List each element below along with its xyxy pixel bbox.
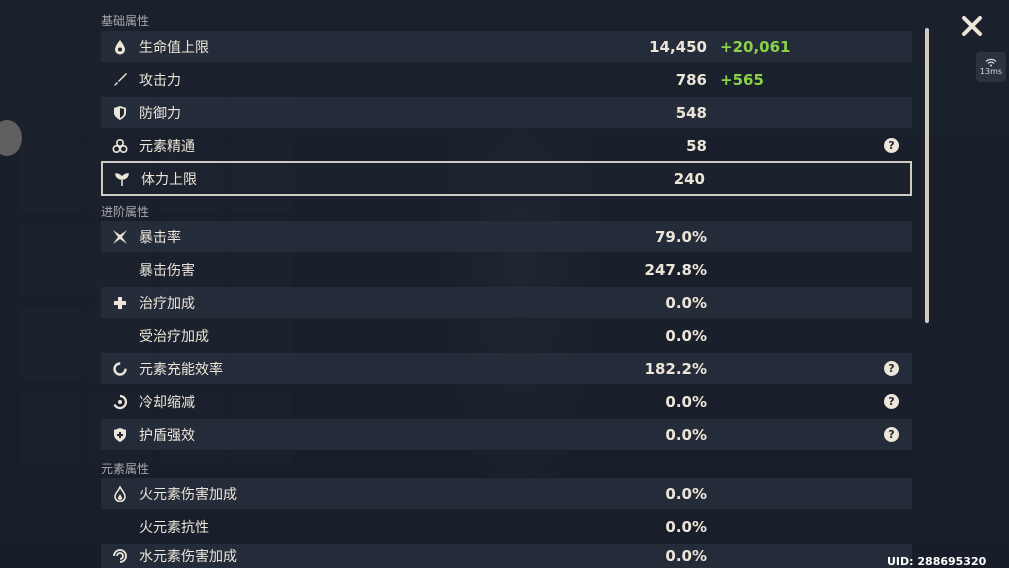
help-icon[interactable]: ? — [884, 361, 899, 376]
stat-label: 冷却缩减 — [139, 394, 195, 411]
stat-value: 0.0% — [665, 392, 707, 411]
stat-row-shield-strength: 护盾强效 0.0% ? — [101, 419, 912, 450]
stat-value: 0.0% — [665, 517, 707, 536]
help-icon[interactable]: ? — [884, 427, 899, 442]
stat-value: 0.0% — [665, 547, 707, 565]
scrollbar[interactable] — [925, 28, 929, 323]
stat-row-healing: 治疗加成 0.0% — [101, 287, 912, 318]
stat-label: 暴击伤害 — [139, 262, 195, 279]
stat-label: 受治疗加成 — [139, 328, 209, 345]
stat-value: 0.0% — [665, 326, 707, 345]
sword-icon — [101, 72, 139, 88]
shield-icon — [101, 105, 139, 121]
energy-recharge-icon — [101, 361, 139, 377]
stat-row-incoming-healing: 受治疗加成 0.0% — [101, 320, 912, 351]
uid-label: UID: 288695320 — [887, 555, 987, 568]
stat-bonus: +565 — [720, 70, 764, 89]
section-title-advanced: 进阶属性 — [101, 205, 150, 219]
stat-value: 0.0% — [665, 293, 707, 312]
stat-label: 防御力 — [139, 105, 181, 122]
stat-row-crit-rate: 暴击率 79.0% — [101, 221, 912, 252]
wifi-icon — [985, 58, 997, 67]
stat-row-crit-dmg: 暴击伤害 247.8% — [101, 254, 912, 285]
stat-label: 体力上限 — [141, 171, 197, 188]
pyro-icon — [101, 485, 139, 502]
hydro-icon — [101, 548, 139, 564]
stat-value: 14,450 — [649, 37, 707, 56]
stat-value: 240 — [673, 169, 705, 188]
stamina-icon — [103, 171, 141, 187]
stat-label: 护盾强效 — [139, 427, 195, 444]
close-button[interactable] — [958, 12, 986, 40]
help-icon[interactable]: ? — [884, 394, 899, 409]
stat-label: 治疗加成 — [139, 295, 195, 312]
close-icon — [962, 16, 982, 36]
cooldown-icon — [101, 394, 139, 410]
stat-value: 786 — [675, 70, 707, 89]
stat-value: 247.8% — [644, 260, 707, 279]
stat-label: 火元素伤害加成 — [139, 486, 237, 503]
section-title-basic: 基础属性 — [101, 14, 150, 28]
ping-value: 13ms — [979, 67, 1003, 76]
stat-label: 火元素抗性 — [139, 519, 209, 536]
stat-label: 生命值上限 — [139, 39, 209, 56]
stat-value: 182.2% — [644, 359, 707, 378]
network-ping-indicator: 13ms — [976, 52, 1006, 82]
stat-row-cooldown: 冷却缩减 0.0% ? — [101, 386, 912, 417]
stat-row-stamina[interactable]: 体力上限 240 — [101, 161, 912, 196]
stat-row-atk: 攻击力 786 +565 — [101, 64, 912, 95]
stat-row-pyro-dmg: 火元素伤害加成 0.0% — [101, 478, 912, 509]
stat-bonus: +20,061 — [720, 37, 791, 56]
shield-strength-icon — [101, 427, 139, 443]
stat-label: 水元素伤害加成 — [139, 549, 237, 565]
stat-label: 元素充能效率 — [139, 361, 223, 378]
stat-row-pyro-res: 火元素抗性 0.0% — [101, 511, 912, 542]
stat-value: 0.0% — [665, 484, 707, 503]
stat-label: 攻击力 — [139, 72, 181, 89]
section-title-elemental: 元素属性 — [101, 462, 150, 476]
stat-row-energy-recharge: 元素充能效率 182.2% ? — [101, 353, 912, 384]
stat-row-hp: 生命值上限 14,450 +20,061 — [101, 31, 912, 62]
stat-row-hydro-dmg: 水元素伤害加成 0.0% — [101, 544, 912, 568]
stat-value: 58 — [686, 136, 707, 155]
help-icon[interactable]: ? — [884, 138, 899, 153]
stat-value: 0.0% — [665, 425, 707, 444]
crit-icon — [101, 229, 139, 245]
element-mastery-icon — [101, 138, 139, 154]
stat-label: 暴击率 — [139, 229, 181, 246]
stat-row-def: 防御力 548 — [101, 97, 912, 128]
healing-cross-icon — [101, 296, 139, 310]
stat-label: 元素精通 — [139, 138, 195, 155]
hp-drop-icon — [101, 39, 139, 55]
stat-value: 79.0% — [654, 227, 707, 246]
stat-row-em: 元素精通 58 ? — [101, 130, 912, 161]
stat-value: 548 — [675, 103, 707, 122]
